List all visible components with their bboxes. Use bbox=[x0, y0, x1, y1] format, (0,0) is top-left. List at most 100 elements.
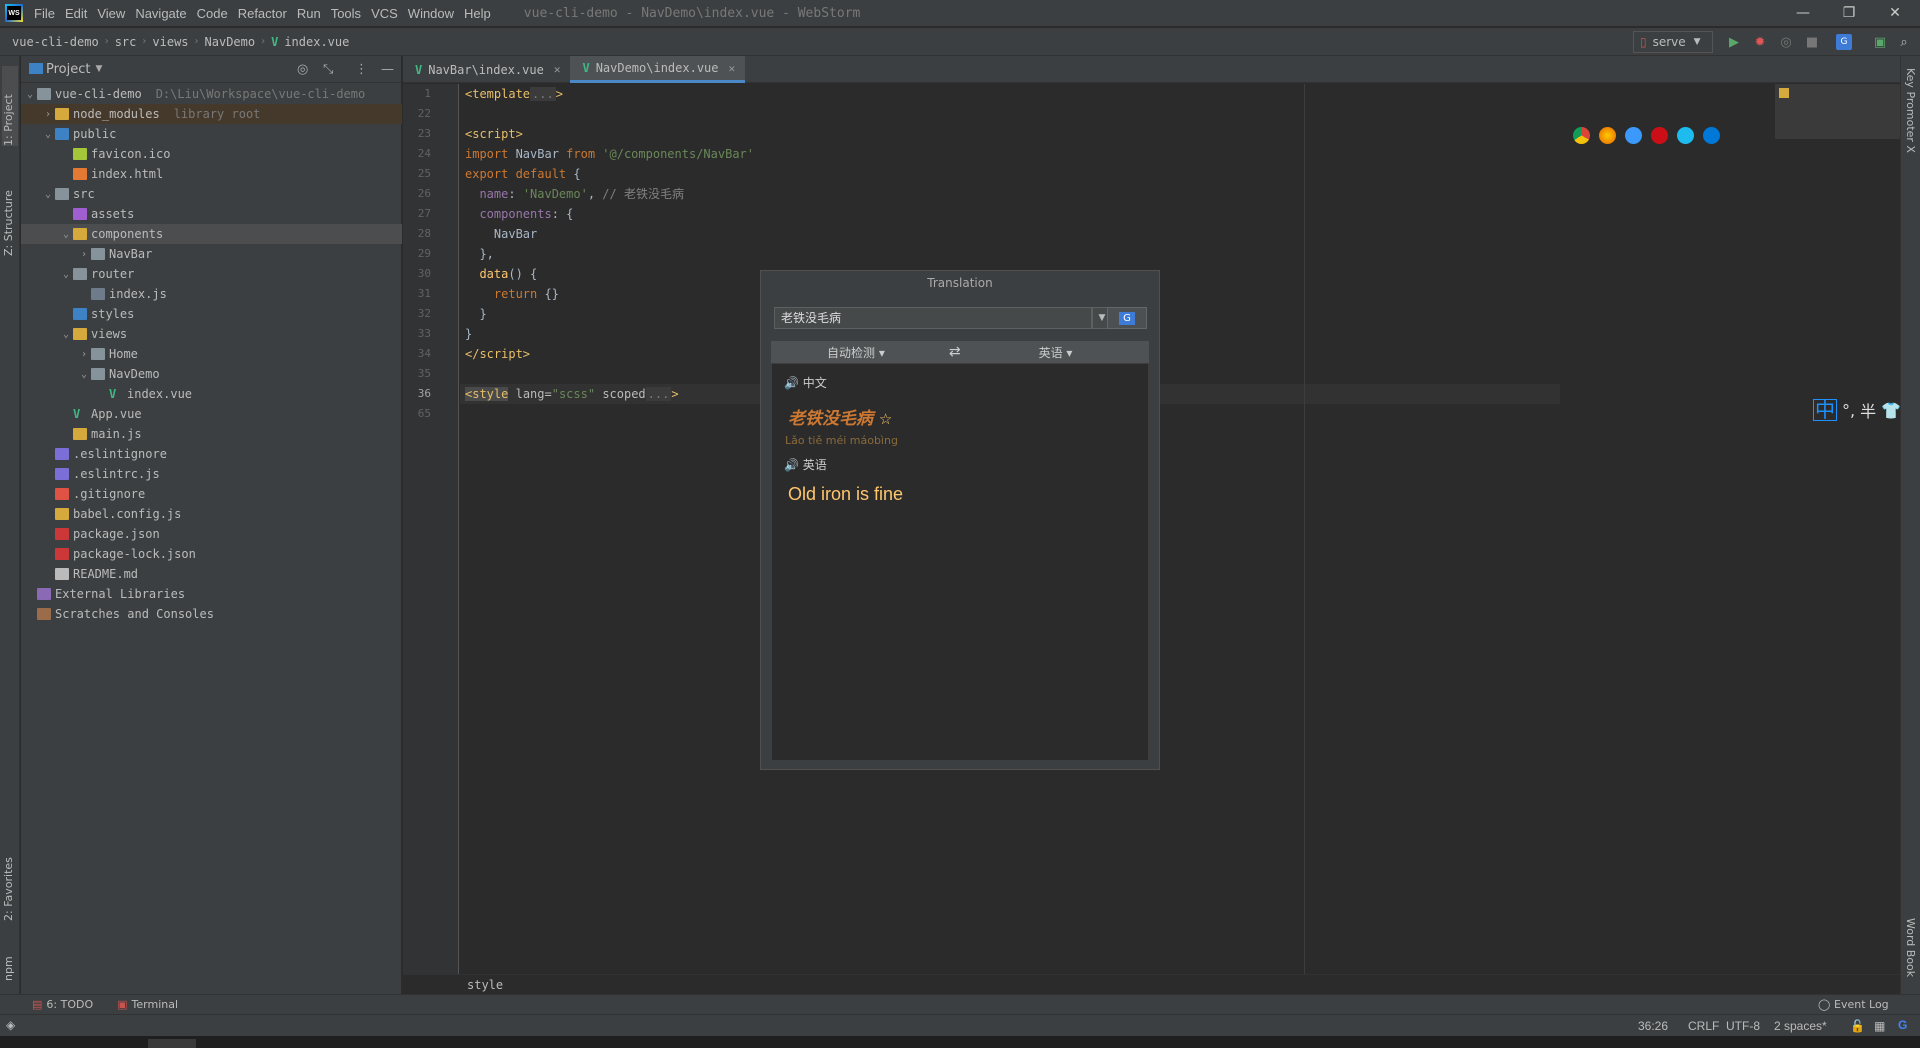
layers-icon[interactable]: ◈ bbox=[6, 1018, 15, 1032]
tab-navdemo-index-vue[interactable]: V NavDemo\index.vue ✕ bbox=[570, 56, 746, 83]
restore-icon[interactable]: ❐ bbox=[1826, 0, 1872, 26]
tree-item[interactable]: styles bbox=[21, 304, 402, 324]
chevron-down-icon[interactable]: ⌄ bbox=[77, 369, 91, 380]
tab-navbar-index-vue[interactable]: V NavBar\index.vue ✕ bbox=[403, 56, 570, 83]
google-icon[interactable]: G bbox=[1898, 1018, 1907, 1032]
lock-icon[interactable]: 🔓 bbox=[1850, 1019, 1865, 1033]
tree-item[interactable]: V App.vue bbox=[21, 404, 402, 424]
speaker-icon[interactable]: 🔊 bbox=[784, 458, 799, 472]
stop-icon[interactable]: ■ bbox=[1804, 34, 1820, 50]
edge-icon[interactable] bbox=[1703, 127, 1720, 144]
tab-terminal[interactable]: Terminal bbox=[132, 998, 179, 1011]
breadcrumb-project[interactable]: vue-cli-demo bbox=[0, 35, 99, 49]
tree-item[interactable]: favicon.ico bbox=[21, 144, 402, 164]
terminal-icon[interactable]: ▣ bbox=[1872, 34, 1888, 50]
tab-todo[interactable]: 6: TODO bbox=[46, 998, 93, 1011]
caret-position[interactable]: 36:26 bbox=[1638, 1019, 1668, 1033]
tree-item[interactable]: ⌄ components bbox=[21, 224, 402, 244]
search-icon[interactable]: ⌕ bbox=[1896, 34, 1912, 50]
menu-view[interactable]: View bbox=[92, 6, 130, 21]
line-separator[interactable]: CRLF bbox=[1688, 1019, 1719, 1033]
tree-item[interactable]: .eslintrc.js bbox=[21, 464, 402, 484]
tab-event-log[interactable]: Event Log bbox=[1834, 998, 1889, 1011]
tree-item[interactable]: index.html bbox=[21, 164, 402, 184]
minimize-icon[interactable]: — bbox=[1780, 0, 1826, 26]
tree-item[interactable]: .eslintignore bbox=[21, 444, 402, 464]
ime-mode[interactable]: 中 bbox=[1813, 399, 1837, 421]
collapse-all-icon[interactable]: ⤡ bbox=[323, 62, 333, 77]
run-icon[interactable]: ▶ bbox=[1726, 34, 1742, 50]
tree-item[interactable]: index.js bbox=[21, 284, 402, 304]
menu-navigate[interactable]: Navigate bbox=[130, 6, 191, 21]
tab-structure[interactable]: Z: Structure bbox=[2, 166, 15, 256]
menu-code[interactable]: Code bbox=[192, 6, 233, 21]
menu-tools[interactable]: Tools bbox=[326, 6, 366, 21]
debug-icon[interactable]: ✹ bbox=[1752, 34, 1768, 50]
swap-languages-button[interactable]: ⇄ bbox=[949, 344, 961, 360]
tree-item[interactable]: › NavBar bbox=[21, 244, 402, 264]
run-config-dropdown[interactable]: ▯ serve ▼ bbox=[1633, 31, 1713, 53]
project-view-selector[interactable]: Project bbox=[46, 62, 90, 77]
tree-item[interactable]: .gitignore bbox=[21, 484, 402, 504]
tree-item[interactable]: Scratches and Consoles bbox=[21, 604, 402, 624]
breadcrumb-file[interactable]: Vindex.vue bbox=[265, 35, 349, 49]
speaker-icon[interactable]: 🔊 bbox=[784, 376, 799, 390]
tab-project[interactable]: 1: Project bbox=[2, 66, 18, 146]
tree-item[interactable]: External Libraries bbox=[21, 584, 402, 604]
chevron-right-icon[interactable]: › bbox=[41, 109, 55, 120]
menu-refactor[interactable]: Refactor bbox=[233, 6, 292, 21]
tree-item[interactable]: ⌄ views bbox=[21, 324, 402, 344]
chevron-down-icon[interactable]: ⌄ bbox=[59, 229, 73, 240]
webstorm-logo-icon[interactable]: WS bbox=[5, 4, 23, 22]
star-icon[interactable]: ☆ bbox=[879, 410, 892, 428]
ime-width[interactable]: 半 bbox=[1860, 398, 1876, 422]
tree-item[interactable]: › node_modules library root bbox=[21, 104, 402, 124]
menu-run[interactable]: Run bbox=[292, 6, 326, 21]
code-minimap[interactable] bbox=[1775, 84, 1900, 139]
close-tab-icon[interactable]: ✕ bbox=[729, 62, 736, 75]
tab-word-book[interactable]: Word Book bbox=[1904, 918, 1917, 977]
target-language-select[interactable]: 英语 ▾ bbox=[1039, 344, 1073, 361]
tree-item[interactable]: ⌄ NavDemo bbox=[21, 364, 402, 384]
locate-icon[interactable]: ◎ bbox=[297, 62, 308, 77]
more-options-icon[interactable]: ⋮ bbox=[355, 62, 368, 77]
safari-icon[interactable] bbox=[1625, 127, 1642, 144]
tree-item[interactable]: Vindex.vue bbox=[21, 384, 402, 404]
chevron-down-icon[interactable]: ⌄ bbox=[23, 89, 37, 100]
tab-key-promoter[interactable]: Key Promoter X bbox=[1904, 68, 1917, 153]
hide-panel-icon[interactable]: — bbox=[381, 62, 394, 77]
tree-item[interactable]: ⌄ vue-cli-demo D:\Liu\Workspace\vue-cli-de… bbox=[21, 84, 402, 104]
editor-breadcrumb[interactable]: style bbox=[403, 974, 1900, 994]
ie-icon[interactable] bbox=[1677, 127, 1694, 144]
file-encoding[interactable]: UTF-8 bbox=[1726, 1019, 1760, 1033]
ime-skin-icon[interactable]: 👕 bbox=[1881, 401, 1901, 420]
firefox-icon[interactable] bbox=[1599, 127, 1616, 144]
chevron-down-icon[interactable]: ▼ bbox=[95, 64, 102, 74]
chevron-down-icon[interactable]: ⌄ bbox=[41, 129, 55, 140]
breadcrumb-navdemo[interactable]: NavDemo bbox=[199, 35, 256, 49]
coverage-icon[interactable]: ◎ bbox=[1778, 34, 1794, 50]
breadcrumb-views[interactable]: views bbox=[146, 35, 188, 49]
close-icon[interactable]: ✕ bbox=[1872, 0, 1918, 26]
menu-file[interactable]: File bbox=[29, 6, 60, 21]
ime-punct[interactable]: °, bbox=[1842, 401, 1855, 420]
opera-icon[interactable] bbox=[1651, 127, 1668, 144]
translate-button[interactable]: G bbox=[1107, 307, 1147, 329]
breadcrumb-src[interactable]: src bbox=[109, 35, 137, 49]
tree-item[interactable]: package-lock.json bbox=[21, 544, 402, 564]
chevron-down-icon[interactable]: ⌄ bbox=[41, 189, 55, 200]
memory-icon[interactable]: ▦ bbox=[1874, 1019, 1885, 1033]
source-language-select[interactable]: 自动检测 ▾ bbox=[827, 344, 885, 361]
chevron-down-icon[interactable]: ⌄ bbox=[59, 329, 73, 340]
tree-item[interactable]: main.js bbox=[21, 424, 402, 444]
tree-item[interactable]: › Home bbox=[21, 344, 402, 364]
chevron-right-icon[interactable]: › bbox=[77, 249, 91, 260]
menu-vcs[interactable]: VCS bbox=[366, 6, 403, 21]
menu-window[interactable]: Window bbox=[403, 6, 459, 21]
tree-item[interactable]: ⌄ src bbox=[21, 184, 402, 204]
tree-item[interactable]: README.md bbox=[21, 564, 402, 584]
indent-setting[interactable]: 2 spaces* bbox=[1774, 1019, 1827, 1033]
menu-edit[interactable]: Edit bbox=[60, 6, 92, 21]
menu-help[interactable]: Help bbox=[459, 6, 496, 21]
tab-npm[interactable]: npm bbox=[2, 951, 15, 981]
